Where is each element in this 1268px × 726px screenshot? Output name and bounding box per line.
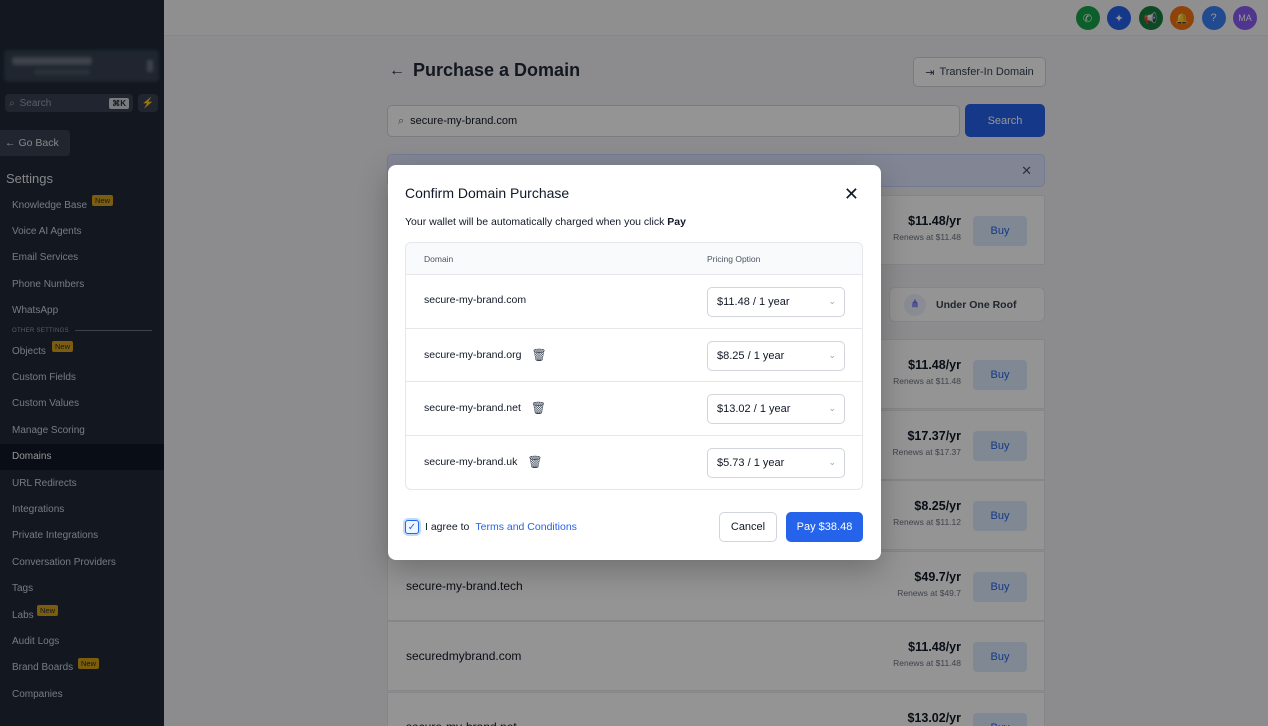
pricing-select[interactable]: $5.73 / 1 year ⌄ bbox=[707, 447, 845, 478]
trash-icon[interactable]: 🗑 bbox=[531, 401, 546, 415]
pricing-select[interactable]: $8.25 / 1 year ⌄ bbox=[707, 340, 845, 371]
table-row: secure-my-brand.uk 🗑 $5.73 / 1 year ⌄ bbox=[406, 436, 862, 490]
table-header: Domain Pricing Option bbox=[406, 243, 862, 275]
pricing-select[interactable]: $13.02 / 1 year ⌄ bbox=[707, 394, 845, 424]
agree-text: I agree to bbox=[425, 521, 470, 533]
pricing-value: $5.73 / 1 year bbox=[717, 456, 785, 469]
pricing-value: $11.48 / 1 year bbox=[717, 296, 790, 308]
table-row: secure-my-brand.net 🗑 $13.02 / 1 year ⌄ bbox=[406, 382, 862, 436]
agree-checkbox[interactable]: ✓ bbox=[405, 520, 419, 534]
domain-name: secure-my-brand.uk bbox=[424, 455, 518, 468]
table-row: secure-my-brand.org 🗑 $8.25 / 1 year ⌄ bbox=[406, 329, 862, 382]
col-domain: Domain bbox=[424, 254, 454, 264]
domain-name: secure-my-brand.net bbox=[424, 402, 521, 414]
pricing-value: $13.02 / 1 year bbox=[717, 403, 791, 415]
chevron-down-icon: ⌄ bbox=[828, 349, 836, 360]
row-domain: secure-my-brand.com bbox=[424, 294, 526, 306]
trash-icon[interactable]: 🗑 bbox=[531, 348, 546, 362]
terms-link[interactable]: Terms and Conditions bbox=[475, 521, 577, 533]
close-icon[interactable]: ✕ bbox=[844, 185, 859, 203]
col-pricing: Pricing Option bbox=[707, 254, 761, 264]
agree-terms: ✓ I agree to Terms and Conditions bbox=[405, 520, 577, 534]
domain-name: secure-my-brand.com bbox=[424, 294, 527, 306]
row-domain: secure-my-brand.org 🗑 bbox=[424, 348, 547, 362]
chevron-down-icon: ⌄ bbox=[828, 456, 836, 467]
subtitle-pay: Pay bbox=[667, 216, 686, 228]
modal-subtitle: Your wallet will be automatically charge… bbox=[405, 216, 686, 228]
trash-icon[interactable]: 🗑 bbox=[527, 455, 542, 469]
modal-title: Confirm Domain Purchase bbox=[405, 185, 570, 201]
row-domain: secure-my-brand.net 🗑 bbox=[424, 401, 546, 415]
domain-name: secure-my-brand.org bbox=[424, 348, 522, 361]
chevron-down-icon: ⌄ bbox=[828, 403, 836, 413]
row-domain: secure-my-brand.uk 🗑 bbox=[424, 455, 543, 469]
table-row: secure-my-brand.com $11.48 / 1 year ⌄ bbox=[406, 275, 862, 329]
pricing-value: $8.25 / 1 year bbox=[717, 349, 785, 362]
pricing-select[interactable]: $11.48 / 1 year ⌄ bbox=[707, 287, 845, 317]
domains-table: Domain Pricing Option secure-my-brand.co… bbox=[405, 242, 863, 490]
subtitle-text: Your wallet will be automatically charge… bbox=[405, 216, 668, 228]
cancel-button[interactable]: Cancel bbox=[719, 512, 777, 542]
confirm-purchase-modal: Confirm Domain Purchase ✕ Your wallet wi… bbox=[388, 165, 881, 560]
chevron-down-icon: ⌄ bbox=[828, 296, 836, 306]
pay-button[interactable]: Pay $38.48 bbox=[786, 512, 863, 542]
